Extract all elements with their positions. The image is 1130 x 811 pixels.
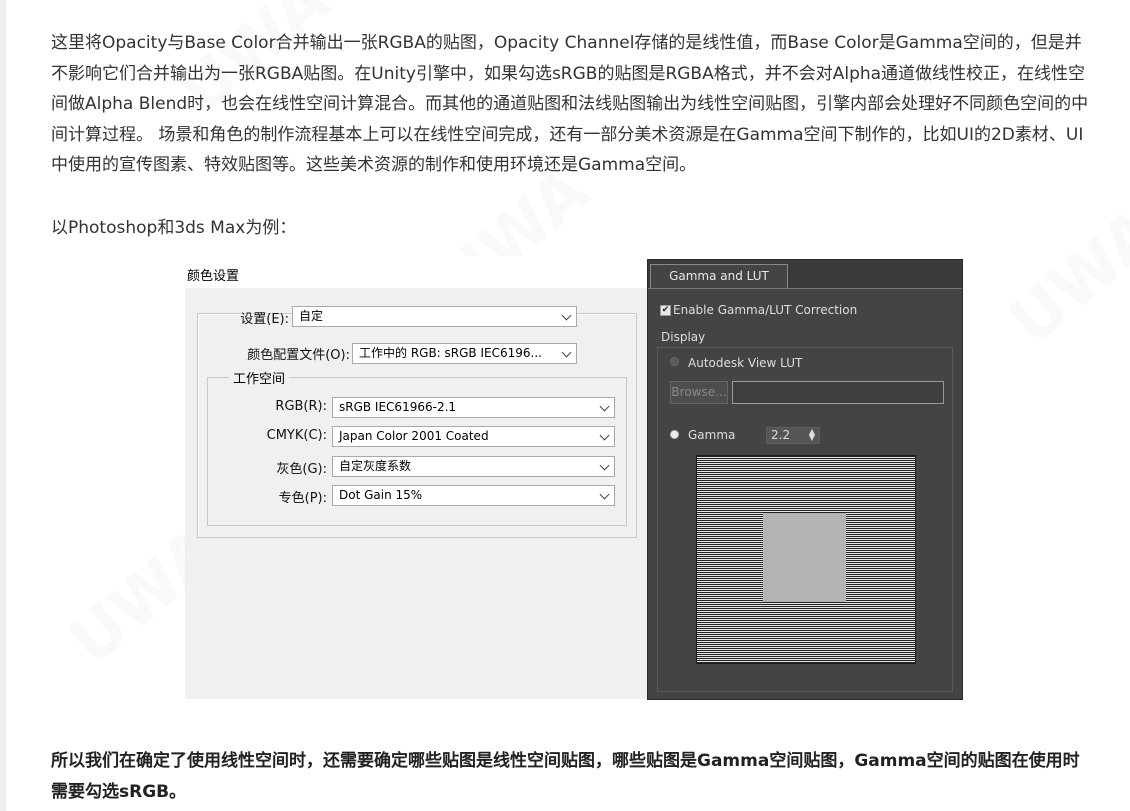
chevron-down-icon [599, 460, 610, 471]
chevron-down-icon [599, 430, 610, 441]
gray-label: 灰色(G): [276, 462, 327, 477]
article-paragraph-2: 以Photoshop和3ds Max为例： [51, 218, 297, 238]
chevron-down-icon [561, 347, 572, 358]
gamma-radio[interactable] [670, 430, 679, 439]
settings-dropdown[interactable]: 自定 [292, 306, 577, 327]
page-left-border [0, 0, 6, 811]
workspace-group-title: 工作空间 [229, 368, 290, 387]
cmyk-workspace-value: Japan Color 2001 Coated [339, 429, 489, 443]
settings-screenshot-figure: 颜色设置 设置(E): 自定 颜色配置文件(O): 工作中的 RGB: sRGB… [185, 256, 965, 701]
cmyk-workspace-dropdown[interactable]: Japan Color 2001 Coated [332, 426, 615, 447]
chevron-down-icon [561, 310, 572, 321]
settings-dropdown-value: 自定 [299, 309, 324, 323]
photoshop-dialog-title: 颜色设置 [187, 269, 240, 284]
cmyk-label: CMYK(C): [266, 428, 327, 443]
color-profile-dropdown-value: 工作中的 RGB: sRGB IEC6196... [359, 346, 542, 360]
gamma-spinner[interactable]: 2.2 ▲ ▼ [766, 427, 820, 444]
lut-path-field[interactable] [732, 381, 944, 404]
display-group-title: Display [661, 330, 706, 344]
enable-gamma-label: Enable Gamma/LUT Correction [673, 303, 858, 317]
spinner-arrows-icon[interactable]: ▲ ▼ [809, 428, 815, 442]
article-paragraph-1: 这里将Opacity与Base Color合并输出一张RGBA的贴图，Opaci… [51, 33, 1089, 175]
spot-workspace-dropdown[interactable]: Dot Gain 15% [332, 485, 615, 506]
gray-workspace-dropdown[interactable]: 自定灰度系数 [332, 456, 615, 477]
rgb-workspace-dropdown[interactable]: sRGB IEC61966-2.1 [332, 397, 615, 418]
rgb-workspace-value: sRGB IEC61966-2.1 [339, 400, 457, 414]
photoshop-title-bar: 颜色设置 [185, 256, 649, 288]
gamma-label: Gamma [688, 428, 736, 442]
browse-button[interactable]: Browse... [670, 381, 728, 404]
max-tab-bar: Gamma and LUT [648, 260, 962, 289]
enable-gamma-checkbox[interactable]: ✔ [660, 305, 671, 316]
photoshop-color-settings-panel: 颜色设置 设置(E): 自定 颜色配置文件(O): 工作中的 RGB: sRGB… [185, 256, 649, 699]
profile-label: 颜色配置文件(O): [247, 348, 350, 363]
tab-gamma-and-lut[interactable]: Gamma and LUT [650, 264, 788, 288]
gamma-test-center-square [763, 513, 846, 602]
spot-label: 专色(P): [278, 491, 327, 506]
autodesk-lut-label: Autodesk View LUT [688, 356, 803, 370]
gray-workspace-value: 自定灰度系数 [339, 459, 412, 473]
spot-workspace-value: Dot Gain 15% [339, 488, 423, 502]
max-gamma-lut-panel: Gamma and LUT ✔ Enable Gamma/LUT Correct… [647, 259, 963, 700]
autodesk-lut-radio[interactable] [670, 357, 679, 366]
settings-label: 设置(E): [240, 312, 289, 327]
gamma-test-pattern [696, 455, 916, 664]
rgb-label: RGB(R): [275, 399, 327, 414]
article-paragraph-3: 所以我们在确定了使用线性空间时，还需要确定哪些贴图是线性空间贴图，哪些贴图是Ga… [51, 751, 1080, 802]
color-profile-dropdown[interactable]: 工作中的 RGB: sRGB IEC6196... [352, 343, 577, 364]
chevron-down-icon [599, 401, 610, 412]
gamma-value: 2.2 [771, 428, 791, 442]
chevron-down-icon [599, 489, 610, 500]
